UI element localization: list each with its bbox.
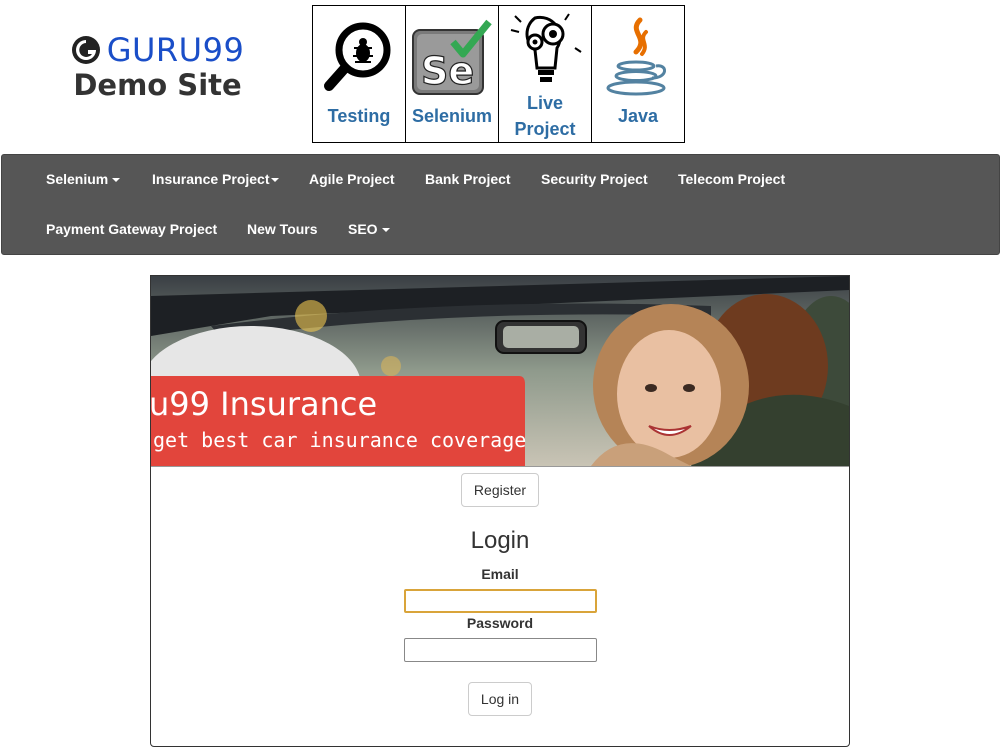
login-panel: u99 Insurance get best car insurance cov… [150, 275, 850, 747]
tile-label: Selenium [411, 106, 493, 126]
tile-label-line2: Project [514, 119, 576, 139]
email-label: Email [481, 566, 519, 582]
banner-title: u99 Insurance [151, 385, 377, 423]
main-navbar: Selenium Insurance Project Agile Project… [1, 154, 1000, 255]
category-tiles: Testing Se Selenium Live Project Java [312, 5, 685, 143]
insurance-banner: u99 Insurance get best car insurance cov… [151, 276, 849, 467]
site-logo[interactable]: GURU99 Demo Site [70, 30, 245, 102]
tile-label: Testing [327, 106, 391, 126]
logo-subtitle: Demo Site [73, 68, 242, 102]
nav-agile-project[interactable]: Agile Project [309, 169, 395, 189]
logo-name: GURU99 [106, 31, 245, 69]
nav-label: Selenium [46, 171, 109, 187]
login-button[interactable]: Log in [468, 682, 532, 716]
login-title: Login [470, 527, 530, 554]
register-button[interactable]: Register [461, 473, 539, 507]
nav-bank-project[interactable]: Bank Project [425, 169, 511, 189]
nav-payment-gateway-project[interactable]: Payment Gateway Project [46, 219, 217, 239]
java-icon [606, 17, 666, 96]
nav-telecom-project[interactable]: Telecom Project [678, 169, 785, 189]
nav-label: Insurance Project [152, 171, 270, 187]
password-field[interactable] [404, 638, 597, 662]
tile-label: Java [617, 106, 659, 126]
nav-label: SEO [348, 221, 378, 237]
banner-subtitle: get best car insurance coverage [153, 428, 526, 452]
nav-security-project[interactable]: Security Project [541, 169, 648, 189]
lightbulb-gears-icon [510, 13, 582, 82]
tile-label-line1: Live [526, 93, 564, 113]
guru99-logo-icon [71, 36, 100, 64]
email-field[interactable] [404, 589, 597, 613]
tile-live-project[interactable]: Live Project [499, 6, 592, 142]
password-label: Password [466, 615, 534, 631]
caret-down-icon [381, 228, 390, 233]
caret-down-icon [270, 178, 279, 183]
nav-new-tours[interactable]: New Tours [247, 219, 318, 239]
tile-selenium[interactable]: Se Selenium [406, 6, 499, 142]
bug-magnifier-icon [324, 22, 391, 91]
selenium-icon: Se [412, 19, 492, 95]
caret-down-icon [112, 178, 121, 183]
tile-testing[interactable]: Testing [313, 6, 406, 142]
nav-selenium-dropdown[interactable]: Selenium [46, 169, 121, 189]
nav-insurance-project-dropdown[interactable]: Insurance Project [152, 169, 279, 189]
banner-image: u99 Insurance get best car insurance cov… [151, 276, 849, 466]
tile-java[interactable]: Java [592, 6, 684, 142]
nav-seo-dropdown[interactable]: SEO [348, 219, 390, 239]
